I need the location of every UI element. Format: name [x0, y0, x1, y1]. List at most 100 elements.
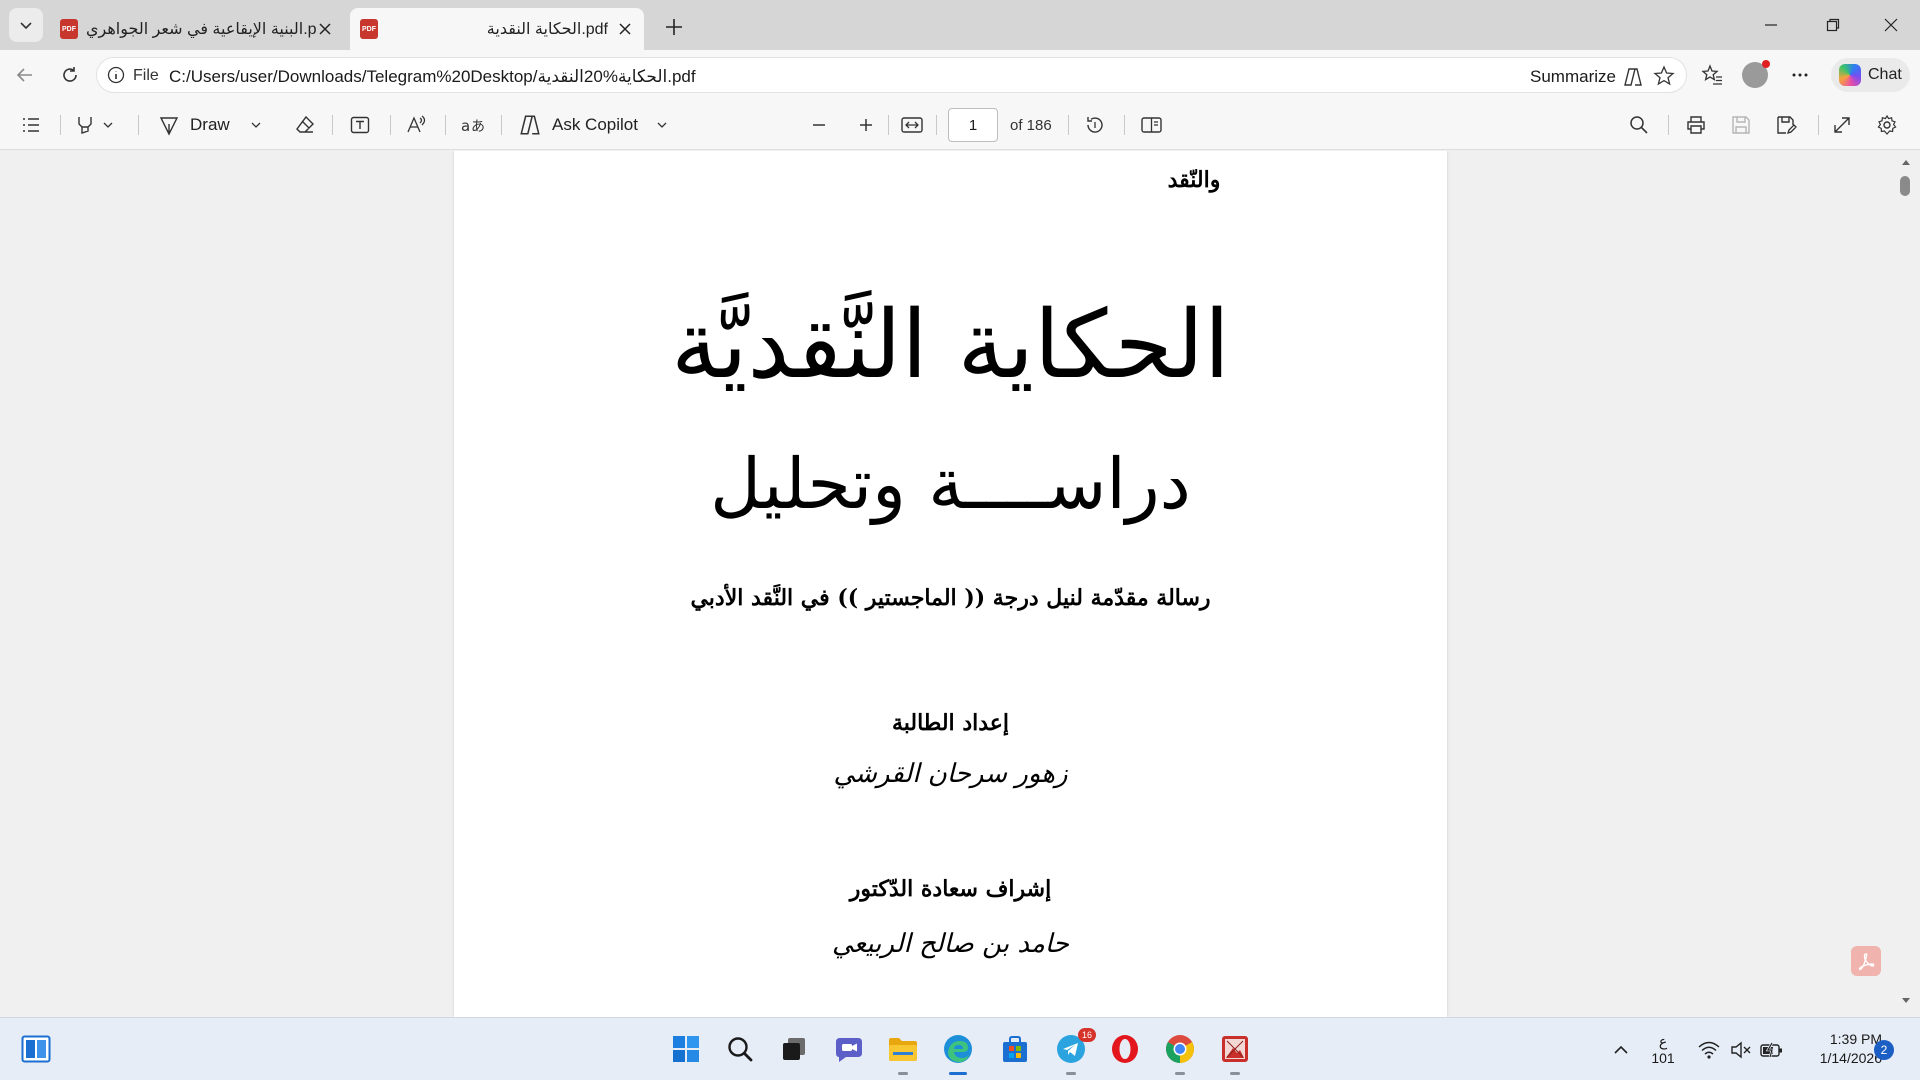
header-fragment	[1144, 151, 1244, 159]
search-button[interactable]	[723, 1032, 757, 1066]
erase-button[interactable]	[294, 111, 316, 139]
copilot-outline-icon	[1624, 68, 1642, 86]
url-text[interactable]: C:/Users/user/Downloads/Telegram%20Deskt…	[169, 67, 696, 87]
page-total: of 186	[1010, 117, 1052, 134]
document-title: الحكاية النَّقديَّة	[671, 291, 1230, 400]
fit-to-width-button[interactable]	[900, 111, 924, 139]
svg-text:あ: あ	[471, 119, 485, 135]
back-button[interactable]	[10, 60, 40, 90]
highlighter-icon	[78, 117, 92, 134]
scheme-label: File	[133, 67, 159, 84]
tab-title: الحكاية النقدية.pdf	[486, 21, 608, 38]
scroll-down-arrow-icon[interactable]	[1900, 996, 1912, 1006]
pdf-file-icon: PDF	[360, 19, 378, 39]
translate-button[interactable]: aあ	[460, 111, 486, 139]
draw-button[interactable]: Draw	[158, 111, 262, 139]
address-bar[interactable]: File C:/Users/user/Downloads/Telegram%20…	[96, 57, 1687, 93]
contents-button[interactable]	[20, 111, 42, 139]
minimize-icon	[1765, 24, 1777, 26]
page-view-button[interactable]	[1140, 111, 1164, 139]
svg-text:a: a	[461, 117, 470, 135]
draw-label: Draw	[190, 115, 230, 134]
clock[interactable]: 1:39 PM 1/14/2026	[1792, 1030, 1882, 1068]
teams-chat-button[interactable]	[832, 1032, 866, 1066]
language-indicator: ع	[1658, 1032, 1668, 1049]
tab-close-button[interactable]	[616, 20, 634, 38]
battery-charging-icon	[1760, 1041, 1782, 1057]
summarize-label: Summarize	[1530, 67, 1616, 86]
zoom-in-button[interactable]	[857, 111, 875, 139]
image-viewer-button[interactable]	[1218, 1032, 1252, 1075]
fullscreen-button[interactable]	[1831, 111, 1853, 139]
chevron-down-icon	[251, 122, 261, 128]
page-number-input[interactable]: 1	[948, 108, 998, 142]
find-button[interactable]	[1628, 111, 1650, 139]
copilot-chat-button[interactable]: Chat	[1831, 58, 1910, 92]
running-indicator	[1230, 1072, 1240, 1075]
edge-button[interactable]	[941, 1032, 975, 1075]
refresh-button[interactable]	[55, 60, 85, 90]
opera-icon	[1112, 1035, 1138, 1063]
add-text-button[interactable]	[349, 111, 371, 139]
plus-icon	[666, 19, 682, 35]
document-subtitle: دراســــة وتحليل	[710, 443, 1191, 525]
folder-icon	[889, 1038, 917, 1061]
chrome-button[interactable]	[1163, 1032, 1197, 1075]
task-view-icon	[783, 1038, 805, 1060]
ask-copilot-button[interactable]: Ask Copilot	[518, 111, 668, 139]
chrome-icon	[1166, 1035, 1194, 1063]
new-tab-button[interactable]	[660, 13, 688, 41]
print-button[interactable]	[1685, 111, 1707, 139]
battery-button[interactable]	[1758, 1018, 1786, 1080]
pdf-settings-button[interactable]	[1876, 111, 1898, 139]
telegram-button[interactable]: 16	[1054, 1028, 1096, 1075]
save-as-button[interactable]	[1775, 111, 1797, 139]
task-view-button[interactable]	[777, 1032, 811, 1066]
input-language-button[interactable]: ع 101	[1648, 1018, 1678, 1080]
arrow-left-icon	[16, 68, 32, 82]
minimize-button[interactable]	[1756, 10, 1786, 40]
opera-button[interactable]	[1108, 1032, 1142, 1066]
favorites-button[interactable]	[1698, 61, 1726, 89]
tab-list-button[interactable]	[9, 8, 43, 42]
eraser-icon	[296, 115, 314, 133]
close-icon	[319, 23, 331, 35]
toolbar-separator	[501, 115, 502, 135]
minus-icon	[813, 124, 825, 126]
tab-alhikaya[interactable]: PDF الحكاية النقدية.pdf	[350, 8, 644, 50]
read-aloud-button[interactable]	[405, 111, 427, 139]
start-button[interactable]	[669, 1032, 703, 1066]
close-window-button[interactable]	[1876, 10, 1906, 40]
settings-more-button[interactable]	[1786, 61, 1814, 89]
running-indicator	[949, 1072, 967, 1075]
tab-title: البنية الإيقاعية في شعر الجواهري.pdf	[86, 21, 316, 38]
rotate-button[interactable]	[1084, 111, 1106, 139]
notification-badge[interactable]: 2	[1874, 1040, 1894, 1060]
toolbar-separator	[1668, 115, 1669, 135]
highlight-button[interactable]	[74, 111, 114, 139]
toolbar-separator	[936, 115, 937, 135]
scroll-up-arrow-icon[interactable]	[1900, 157, 1912, 167]
search-icon	[1630, 116, 1648, 134]
zoom-out-button[interactable]	[810, 111, 828, 139]
pdf-viewer[interactable]: والنّقد الحكاية النَّقديَّة دراســــة وت…	[0, 151, 1920, 1017]
widgets-button[interactable]	[19, 1032, 53, 1066]
store-button[interactable]	[998, 1032, 1032, 1066]
file-explorer-button[interactable]	[886, 1032, 920, 1075]
scrollbar-thumb[interactable]	[1900, 176, 1910, 196]
page-view-icon	[1141, 117, 1162, 133]
search-icon	[728, 1037, 753, 1062]
summarize-button[interactable]: Summarize	[1530, 66, 1644, 88]
prepared-by-label: إعداد الطالبة	[891, 710, 1010, 736]
show-hidden-icons-button[interactable]	[1606, 1018, 1636, 1080]
volume-button[interactable]	[1728, 1018, 1754, 1080]
restore-button[interactable]	[1818, 10, 1848, 40]
tab-close-button[interactable]	[316, 20, 334, 38]
wifi-button[interactable]	[1696, 1018, 1722, 1080]
degree-statement: رسالة مقدّمة لنيل درجة (( الماجستير )) ف…	[690, 585, 1211, 611]
favorite-star-icon[interactable]	[1653, 65, 1675, 87]
vertical-scrollbar[interactable]	[1896, 151, 1916, 1017]
tab-albunya[interactable]: PDF البنية الإيقاعية في شعر الجواهري.pdf	[50, 8, 344, 50]
info-icon[interactable]	[107, 66, 125, 84]
acrobat-button[interactable]	[1851, 946, 1881, 976]
